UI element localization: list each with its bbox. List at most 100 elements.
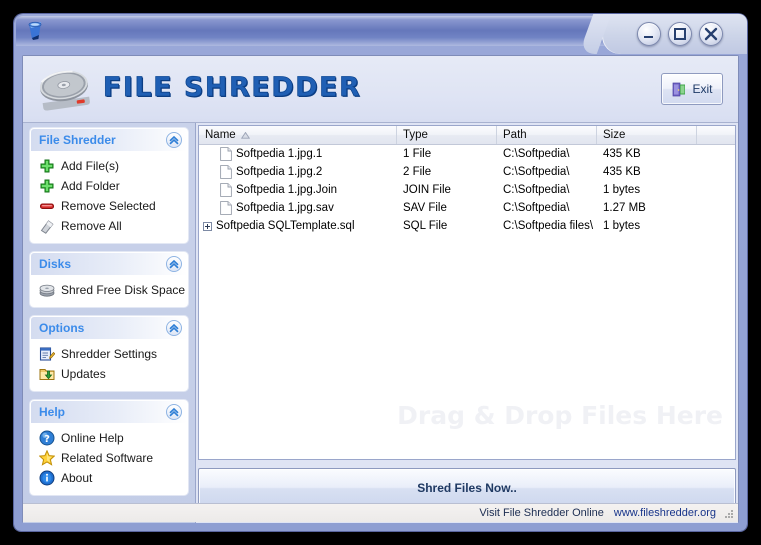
star-icon bbox=[39, 450, 55, 466]
svg-text:?: ? bbox=[44, 434, 50, 445]
panel-header-file-shredder[interactable]: File Shredder bbox=[31, 129, 187, 151]
plus-green-icon bbox=[40, 159, 54, 173]
table-row[interactable]: Softpedia 1.jpg.2 2 File C:\Softpedia\ 435 … bbox=[199, 163, 735, 181]
sidebar-item-related-software[interactable]: Related Software bbox=[31, 448, 187, 468]
cell-path: C:\Softpedia\ bbox=[503, 148, 570, 160]
exit-button[interactable]: Exit bbox=[661, 73, 723, 105]
file-icon bbox=[220, 183, 232, 197]
cell-name-text: Softpedia 1.jpg.1 bbox=[236, 148, 323, 160]
panel-title: File Shredder bbox=[39, 133, 116, 147]
column-header-type-label: Type bbox=[403, 129, 428, 141]
panel-header-help[interactable]: Help bbox=[31, 401, 187, 423]
minus-red-icon bbox=[40, 203, 54, 209]
cell-type: JOIN File bbox=[403, 184, 451, 196]
cell-path: C:\Softpedia\ bbox=[503, 166, 570, 178]
sidebar-item-remove-all[interactable]: Remove All bbox=[31, 216, 187, 236]
cell-path: C:\Softpedia\ bbox=[503, 202, 570, 214]
panel-header-disks[interactable]: Disks bbox=[31, 253, 187, 275]
shred-files-button[interactable]: Shred Files Now.. bbox=[198, 468, 736, 508]
resize-grip[interactable] bbox=[722, 507, 735, 520]
column-header-filler bbox=[697, 126, 735, 144]
application-window: FILE SHREDDER Exit File Shredder Add File… bbox=[14, 14, 747, 531]
sidebar-item-add-file-s[interactable]: Add File(s) bbox=[31, 156, 187, 176]
sidebar-item-online-help[interactable]: ? Online Help bbox=[31, 428, 187, 448]
chevron-up-icon[interactable] bbox=[166, 320, 182, 336]
shredder-bin-icon bbox=[28, 21, 42, 40]
cell-name-text: Softpedia 1.jpg.Join bbox=[236, 184, 338, 196]
panel-header-options[interactable]: Options bbox=[31, 317, 187, 339]
panel-title: Options bbox=[39, 321, 85, 335]
sidebar-item-about[interactable]: About bbox=[31, 468, 187, 488]
close-button[interactable] bbox=[699, 22, 723, 46]
table-row[interactable]: Softpedia 1.jpg.1 1 File C:\Softpedia\ 435 … bbox=[199, 145, 735, 163]
sidebar-item-label: Add Folder bbox=[61, 179, 120, 193]
maximize-icon bbox=[674, 28, 686, 40]
cell-type: 2 File bbox=[403, 166, 432, 178]
table-row[interactable]: Softpedia 1.jpg.Join JOIN File C:\Softpedi… bbox=[199, 181, 735, 199]
cell-type: 1 File bbox=[403, 148, 432, 160]
sidebar-panel-disks: Disks Shred Free Disk Space bbox=[30, 252, 188, 307]
chevron-up-glyph bbox=[169, 135, 179, 145]
sidebar-item-shredder-settings[interactable]: Shredder Settings bbox=[31, 344, 187, 364]
title-bar-gradient bbox=[16, 16, 616, 46]
table-row[interactable]: Softpedia 1.jpg.sav SAV File C:\Softpedia\… bbox=[199, 199, 735, 217]
cell-path: C:\Softpedia files\ bbox=[503, 220, 594, 232]
column-header-path[interactable]: Path bbox=[497, 126, 597, 144]
settings-pencil-icon bbox=[39, 347, 55, 361]
cell-name: Softpedia 1.jpg.Join bbox=[199, 183, 397, 197]
sidebar-item-add-folder[interactable]: Add Folder bbox=[31, 176, 187, 196]
file-list[interactable]: Name Type Path Size Softpedia 1.jpg.1 1 … bbox=[198, 125, 736, 460]
sidebar-item-label: Remove All bbox=[61, 219, 122, 233]
main-pane: Name Type Path Size Softpedia 1.jpg.1 1 … bbox=[196, 123, 738, 523]
status-bar: Visit File Shredder Online www.fileshred… bbox=[23, 503, 738, 522]
file-list-header: Name Type Path Size bbox=[199, 126, 735, 145]
cell-name: Softpedia SQLTemplate.sql bbox=[199, 220, 397, 232]
expand-icon[interactable] bbox=[203, 221, 212, 231]
drag-drop-watermark: Drag & Drop Files Here bbox=[397, 401, 723, 430]
website-link[interactable]: www.fileshredder.org bbox=[614, 507, 716, 519]
eraser-icon bbox=[40, 220, 54, 234]
minimize-button[interactable] bbox=[637, 22, 661, 46]
sidebar-item-label: Add File(s) bbox=[61, 159, 120, 173]
cell-path: C:\Softpedia\ bbox=[503, 184, 570, 196]
client-area: FILE SHREDDER Exit File Shredder Add File… bbox=[22, 55, 739, 523]
cell-name-text: Softpedia SQLTemplate.sql bbox=[216, 220, 355, 232]
disks-stack-icon bbox=[39, 284, 55, 297]
close-icon bbox=[704, 27, 718, 41]
column-header-size[interactable]: Size bbox=[597, 126, 697, 144]
question-circle-icon: ? bbox=[39, 430, 55, 446]
maximize-button[interactable] bbox=[668, 22, 692, 46]
file-icon bbox=[220, 165, 232, 179]
chevron-up-icon[interactable] bbox=[166, 404, 182, 420]
sidebar-panel-file-shredder: File Shredder Add File(s) Add Folder Remove… bbox=[30, 128, 188, 243]
page-title: FILE SHREDDER bbox=[103, 72, 362, 104]
title-bar[interactable] bbox=[14, 14, 747, 54]
shred-files-button-label: Shred Files Now.. bbox=[417, 481, 517, 495]
chevron-up-icon[interactable] bbox=[166, 256, 182, 272]
sidebar-panel-options: Options Shredder Settings Updates bbox=[30, 316, 188, 391]
exit-button-label: Exit bbox=[692, 82, 713, 96]
file-list-body: Softpedia 1.jpg.1 1 File C:\Softpedia\ 435 … bbox=[199, 145, 735, 235]
table-row[interactable]: Softpedia SQLTemplate.sql SQL File C:\Soft… bbox=[199, 217, 735, 235]
cell-size: 1 bytes bbox=[603, 220, 641, 232]
chevron-up-glyph bbox=[169, 323, 179, 333]
panel-body: Shredder Settings Updates bbox=[31, 339, 187, 390]
cell-type: SQL File bbox=[403, 220, 448, 232]
sidebar-item-shred-free-disk-space[interactable]: Shred Free Disk Space bbox=[31, 280, 187, 300]
column-header-type[interactable]: Type bbox=[397, 126, 497, 144]
cell-name-text: Softpedia 1.jpg.sav bbox=[236, 202, 334, 214]
sidebar-item-remove-selected[interactable]: Remove Selected bbox=[31, 196, 187, 216]
column-header-name-label: Name bbox=[205, 129, 236, 141]
column-header-name[interactable]: Name bbox=[199, 126, 397, 144]
chevron-up-icon[interactable] bbox=[166, 132, 182, 148]
chevron-up-glyph bbox=[169, 259, 179, 269]
sidebar-item-updates[interactable]: Updates bbox=[31, 364, 187, 384]
cell-name: Softpedia 1.jpg.2 bbox=[199, 165, 397, 179]
file-icon bbox=[220, 201, 232, 215]
sidebar-panel-help: Help ? Online Help Related Software About bbox=[30, 400, 188, 495]
panel-title: Disks bbox=[39, 257, 72, 271]
sidebar-item-label: Shredder Settings bbox=[61, 347, 158, 361]
panel-body: Shred Free Disk Space bbox=[31, 275, 187, 306]
status-text: Visit File Shredder Online bbox=[479, 507, 604, 519]
sidebar-item-label: Shred Free Disk Space bbox=[61, 283, 186, 297]
